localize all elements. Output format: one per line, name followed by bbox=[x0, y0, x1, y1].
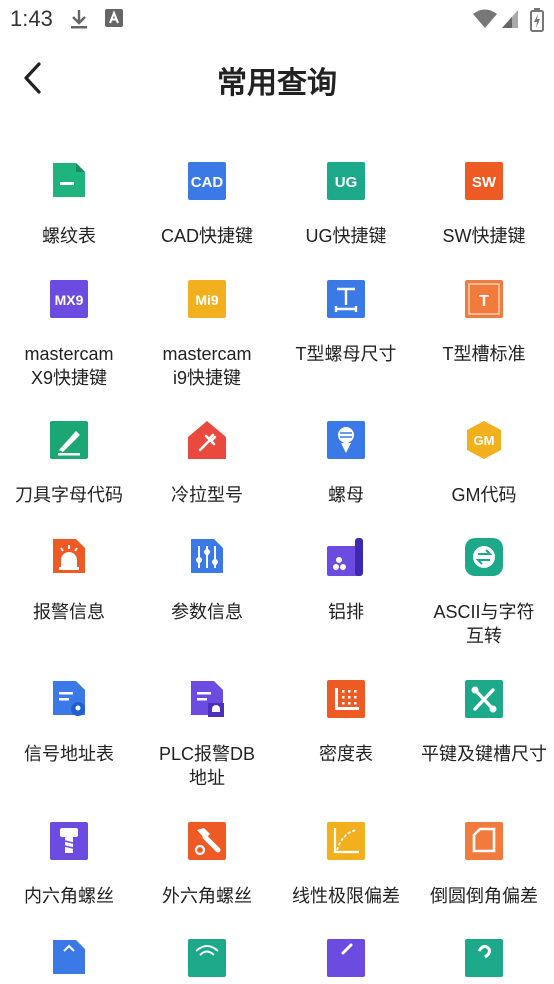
partial-green-icon bbox=[188, 937, 226, 977]
house-plug-icon bbox=[188, 419, 226, 459]
grid-item-label: 线性极限偏差 bbox=[292, 886, 400, 906]
grid-item-label: T型槽标准 bbox=[442, 344, 526, 364]
signal-icon bbox=[500, 8, 520, 35]
svg-text:T: T bbox=[479, 293, 489, 310]
grid-item-label: mastercam X9快捷键 bbox=[24, 344, 114, 388]
alarm-icon bbox=[50, 536, 88, 576]
grid-item-label: 密度表 bbox=[319, 744, 373, 764]
grid-item-label: CAD快捷键 bbox=[160, 226, 253, 246]
page-title: 常用查询 bbox=[217, 67, 337, 100]
app-notification-icon bbox=[104, 8, 124, 33]
partial-teal-icon bbox=[465, 937, 503, 977]
grid-item-label: SW快捷键 bbox=[442, 226, 526, 246]
status-bar: 1:43 bbox=[0, 0, 554, 40]
grid-item-label: 内六角螺丝 bbox=[24, 886, 114, 906]
grid-item-label: mastercam i9快捷键 bbox=[162, 344, 252, 388]
t-slot-icon: T bbox=[465, 278, 503, 318]
cad-icon: CAD bbox=[188, 160, 226, 200]
ug-icon: UG bbox=[327, 160, 365, 200]
tools-icon bbox=[465, 678, 503, 718]
sliders-icon bbox=[188, 536, 226, 576]
t-nut-icon bbox=[327, 278, 365, 318]
aluminum-icon bbox=[327, 536, 365, 576]
svg-text:MX9: MX9 bbox=[55, 292, 84, 308]
hex-socket-screw-icon bbox=[50, 820, 88, 860]
grid-item-label: 报警信息 bbox=[33, 602, 105, 622]
grid-item-label: PLC报警DB地址 bbox=[158, 744, 256, 788]
mx9-icon: MX9 bbox=[50, 278, 88, 318]
svg-text:Mi9: Mi9 bbox=[195, 292, 219, 308]
query-grid: 螺纹表 CAD CAD快捷键 UG UG快捷键 SW SW快捷键 MX9 mas… bbox=[0, 150, 554, 984]
partial-blue-icon bbox=[50, 937, 88, 977]
hex-bolt-icon bbox=[188, 820, 226, 860]
grid-item-label: GM代码 bbox=[451, 485, 517, 505]
grid-item-label: 刀具字母代码 bbox=[15, 485, 123, 505]
grid-item-label: 螺纹表 bbox=[42, 226, 96, 246]
grid-item-label: 平键及键槽尺寸 bbox=[421, 744, 547, 764]
grid-item-label: 冷拉型号 bbox=[171, 485, 243, 505]
grid-item-label: 倒圆倒角偏差 bbox=[430, 886, 538, 906]
grid-item-label: UG快捷键 bbox=[305, 226, 387, 246]
sw-icon: SW bbox=[465, 160, 503, 200]
grid-item-label: 参数信息 bbox=[171, 602, 243, 622]
partial-purple-icon bbox=[327, 937, 365, 977]
battery-charging-icon bbox=[530, 8, 544, 37]
svg-text:SW: SW bbox=[472, 174, 497, 191]
navigation-bar: 常用查询 bbox=[0, 40, 554, 120]
cutter-icon bbox=[50, 419, 88, 459]
document-icon bbox=[50, 160, 88, 200]
grid-item-label: ASCII与字符互转 bbox=[433, 602, 535, 646]
convert-icon bbox=[465, 536, 503, 576]
linear-deviation-icon bbox=[327, 820, 365, 860]
location-doc-icon bbox=[50, 678, 88, 718]
grid-item-label: 铝排 bbox=[328, 602, 364, 622]
chamfer-icon bbox=[465, 820, 503, 860]
svg-text:UG: UG bbox=[335, 174, 358, 191]
mi9-icon: Mi9 bbox=[188, 278, 226, 318]
grid-item-label: 外六角螺丝 bbox=[162, 886, 252, 906]
svg-text:GM: GM bbox=[474, 433, 495, 448]
nut-icon bbox=[327, 419, 365, 459]
status-time: 1:43 bbox=[10, 6, 53, 31]
gm-icon: GM bbox=[465, 419, 503, 459]
grid-item-label: T型螺母尺寸 bbox=[295, 344, 397, 364]
download-icon bbox=[68, 8, 90, 35]
wifi-icon bbox=[472, 8, 498, 35]
plc-alarm-icon bbox=[188, 678, 226, 718]
grid-item-label: 螺母 bbox=[328, 485, 364, 505]
density-grid-icon bbox=[327, 678, 365, 718]
svg-text:CAD: CAD bbox=[191, 174, 224, 191]
grid-item-label: 信号地址表 bbox=[24, 744, 114, 764]
